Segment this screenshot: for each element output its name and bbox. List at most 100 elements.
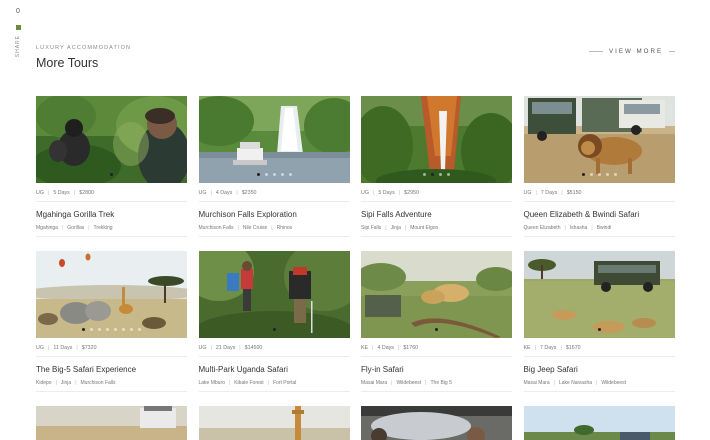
carousel-dot[interactable] bbox=[280, 173, 284, 176]
carousel-dot[interactable] bbox=[272, 328, 276, 331]
tour-card-peek[interactable] bbox=[36, 406, 187, 440]
share-count: 0 bbox=[16, 8, 20, 15]
divider bbox=[361, 201, 512, 202]
tour-meta: UG | 7 Days | $5150 bbox=[523, 189, 582, 196]
tour-title[interactable]: Sipi Falls Adventure bbox=[361, 210, 512, 220]
carousel-dots[interactable] bbox=[361, 173, 512, 176]
tour-price: $1760 bbox=[403, 344, 419, 351]
tour-card[interactable]: UG | 7 Days | $5150 Queen Elizabeth & Bwin… bbox=[523, 96, 675, 237]
share-label[interactable]: SHARE bbox=[15, 35, 21, 57]
tour-tags: Lake Mburo | Kibale Forest | Fort Portal bbox=[198, 380, 297, 386]
tour-card[interactable]: UG | 11 Days | $7320 The Big-5 Safari Expe… bbox=[36, 251, 187, 392]
tour-card[interactable]: UG | 5 Days | $2950 Sipi Falls Adventure S… bbox=[361, 96, 512, 237]
tour-title[interactable]: Multi-Park Uganda Safari bbox=[199, 365, 350, 375]
carousel-dots[interactable] bbox=[36, 173, 187, 176]
divider bbox=[36, 391, 187, 392]
carousel-dot[interactable] bbox=[114, 328, 117, 331]
tour-image-lion-jeeps[interactable] bbox=[523, 96, 675, 183]
carousel-dots[interactable] bbox=[524, 173, 675, 176]
tour-card-peek[interactable] bbox=[198, 406, 350, 440]
carousel-dot[interactable] bbox=[288, 173, 292, 176]
section-header: LUXURY ACCOMMODATION More Tours bbox=[36, 45, 131, 70]
tour-image-hikers[interactable] bbox=[198, 251, 350, 338]
tour-card[interactable]: UG | 5 Days | $2800 Mgahinga Gorilla Trek … bbox=[36, 96, 187, 237]
tour-image-gorilla[interactable] bbox=[36, 96, 187, 183]
carousel-dot[interactable] bbox=[98, 328, 101, 331]
tour-tag: Mgahinga bbox=[36, 225, 58, 231]
tour-country: UG bbox=[198, 189, 207, 196]
tour-tag: Kidepo bbox=[36, 380, 52, 386]
tour-tag: Fort Portal bbox=[273, 380, 297, 386]
tour-tag: Murchison Falls bbox=[80, 380, 116, 386]
tour-days: 4 Days bbox=[215, 189, 233, 196]
divider bbox=[523, 201, 675, 202]
carousel-dot[interactable] bbox=[435, 328, 438, 331]
carousel-dots[interactable] bbox=[524, 328, 675, 331]
tour-meta: KE | 7 Days | $1670 bbox=[523, 344, 581, 351]
carousel-dot[interactable] bbox=[613, 173, 617, 176]
carousel-dot[interactable] bbox=[447, 173, 450, 176]
tour-country: UG bbox=[523, 189, 532, 196]
divider bbox=[198, 356, 350, 357]
tour-title[interactable]: Murchison Falls Exploration bbox=[199, 210, 350, 220]
carousel-dot[interactable] bbox=[130, 328, 133, 331]
tour-tags: Kidepo | Jinja | Murchison Falls bbox=[36, 380, 116, 386]
carousel-dot[interactable] bbox=[597, 328, 601, 331]
divider bbox=[361, 391, 512, 392]
carousel-dot[interactable] bbox=[256, 173, 260, 176]
tour-title[interactable]: Mgahinga Gorilla Trek bbox=[36, 210, 187, 220]
tour-card-peek[interactable] bbox=[523, 406, 675, 440]
carousel-dot[interactable] bbox=[272, 173, 276, 176]
tour-tags: Masai Mara | Wildebeest | The Big 5 bbox=[361, 380, 452, 386]
carousel-dots[interactable] bbox=[36, 328, 187, 331]
divider bbox=[523, 391, 675, 392]
tour-image-big-5[interactable] bbox=[36, 251, 187, 338]
tour-image-jeep-lions[interactable] bbox=[523, 251, 675, 338]
tour-title[interactable]: Queen Elizabeth & Bwindi Safari bbox=[524, 210, 675, 220]
share-rail[interactable]: 0 SHARE bbox=[10, 8, 26, 57]
tour-title[interactable]: Big Jeep Safari bbox=[524, 365, 675, 375]
carousel-dots[interactable] bbox=[199, 173, 350, 176]
tour-card-peek[interactable] bbox=[361, 406, 512, 440]
tour-tags: Mgahinga | Gorillas | Trekking bbox=[36, 225, 113, 231]
carousel-dot[interactable] bbox=[589, 173, 593, 176]
tour-tag: Sipi Falls bbox=[361, 225, 382, 231]
carousel-dots[interactable] bbox=[199, 328, 350, 331]
carousel-dot[interactable] bbox=[110, 173, 113, 176]
tour-card[interactable]: KE | 7 Days | $1670 Big Jeep Safari Masai … bbox=[523, 251, 675, 392]
tour-image-sipi-falls[interactable] bbox=[361, 96, 512, 183]
tour-tag: Wildebeest bbox=[396, 380, 422, 386]
carousel-dot[interactable] bbox=[431, 173, 434, 176]
view-more-label[interactable]: VIEW MORE bbox=[609, 48, 663, 55]
tour-title[interactable]: Fly-in Safari bbox=[361, 365, 512, 375]
tour-card[interactable]: UG | 21 Days | $14500 Multi-Park Uganda Sa… bbox=[198, 251, 350, 392]
tour-days: 7 Days bbox=[539, 344, 557, 351]
tour-card[interactable]: KE | 4 Days | $1760 Fly-in Safari Masai Ma… bbox=[361, 251, 512, 392]
tour-tag: Jinja bbox=[60, 380, 72, 386]
carousel-dot[interactable] bbox=[82, 328, 85, 331]
carousel-dot[interactable] bbox=[90, 328, 93, 331]
divider bbox=[198, 236, 350, 237]
view-more-link[interactable]: VIEW MORE bbox=[589, 48, 676, 55]
share-icon[interactable] bbox=[15, 25, 21, 30]
tour-image-cheetahs[interactable] bbox=[361, 251, 512, 338]
carousel-dot[interactable] bbox=[439, 173, 442, 176]
carousel-dot[interactable] bbox=[605, 173, 609, 176]
tour-image-waterfall[interactable] bbox=[198, 96, 350, 183]
carousel-dot[interactable] bbox=[106, 328, 109, 331]
carousel-dot[interactable] bbox=[138, 328, 141, 331]
tour-tag: Trekking bbox=[93, 225, 113, 231]
tour-title[interactable]: The Big-5 Safari Experience bbox=[36, 365, 187, 375]
tour-tag: Murchison Falls bbox=[198, 225, 234, 231]
tour-price: $5150 bbox=[566, 189, 582, 196]
divider bbox=[36, 236, 187, 237]
tour-card[interactable]: UG | 4 Days | $2350 Murchison Falls Explor… bbox=[198, 96, 350, 237]
carousel-dot[interactable] bbox=[264, 173, 268, 176]
tour-tag: Wildebeest bbox=[601, 380, 627, 386]
carousel-dot[interactable] bbox=[581, 173, 585, 176]
carousel-dot[interactable] bbox=[122, 328, 125, 331]
tour-meta: UG | 5 Days | $2950 bbox=[361, 189, 419, 196]
carousel-dot[interactable] bbox=[423, 173, 426, 176]
carousel-dot[interactable] bbox=[597, 173, 601, 176]
carousel-dots[interactable] bbox=[361, 328, 512, 331]
